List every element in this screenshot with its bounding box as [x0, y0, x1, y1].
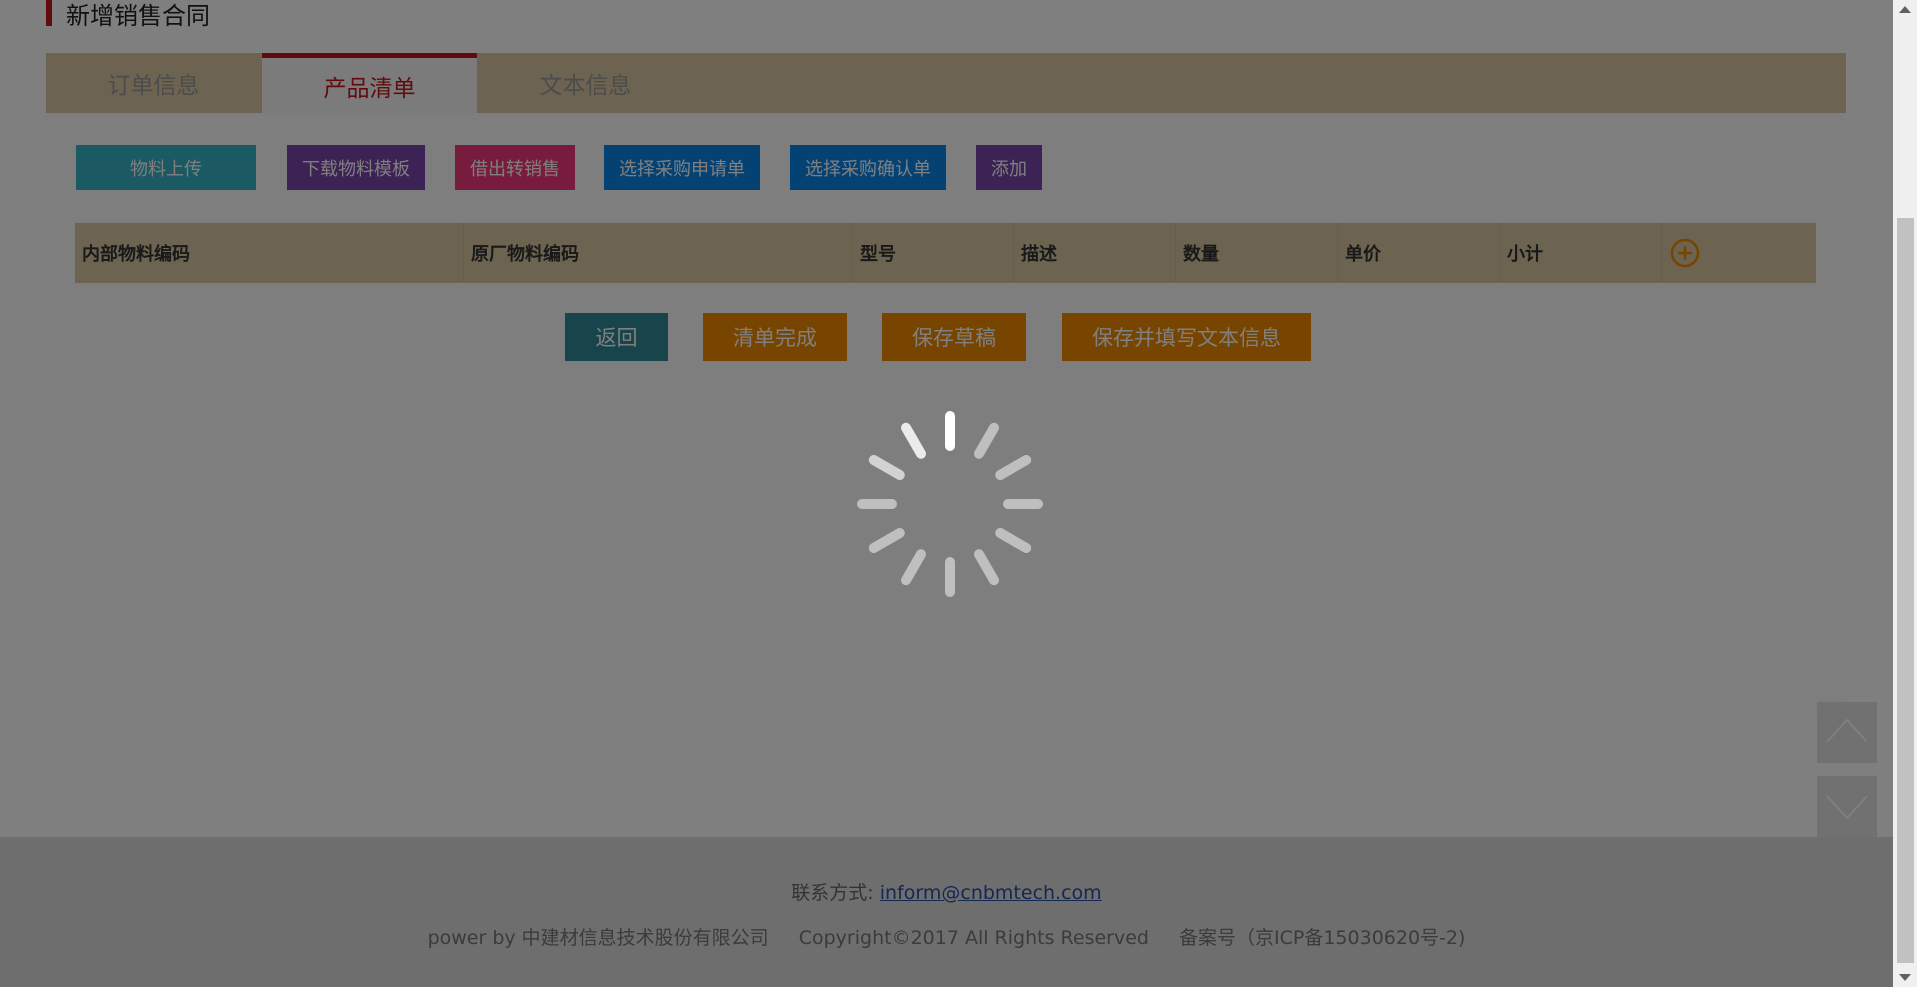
scroll-up-arrow-icon[interactable]	[1899, 6, 1911, 13]
scrollbar-thumb[interactable]	[1897, 218, 1914, 963]
spinner-icon	[857, 411, 1043, 597]
vertical-scrollbar[interactable]	[1893, 0, 1917, 987]
loading-overlay	[0, 0, 1893, 987]
scroll-down-arrow-icon[interactable]	[1899, 974, 1911, 981]
